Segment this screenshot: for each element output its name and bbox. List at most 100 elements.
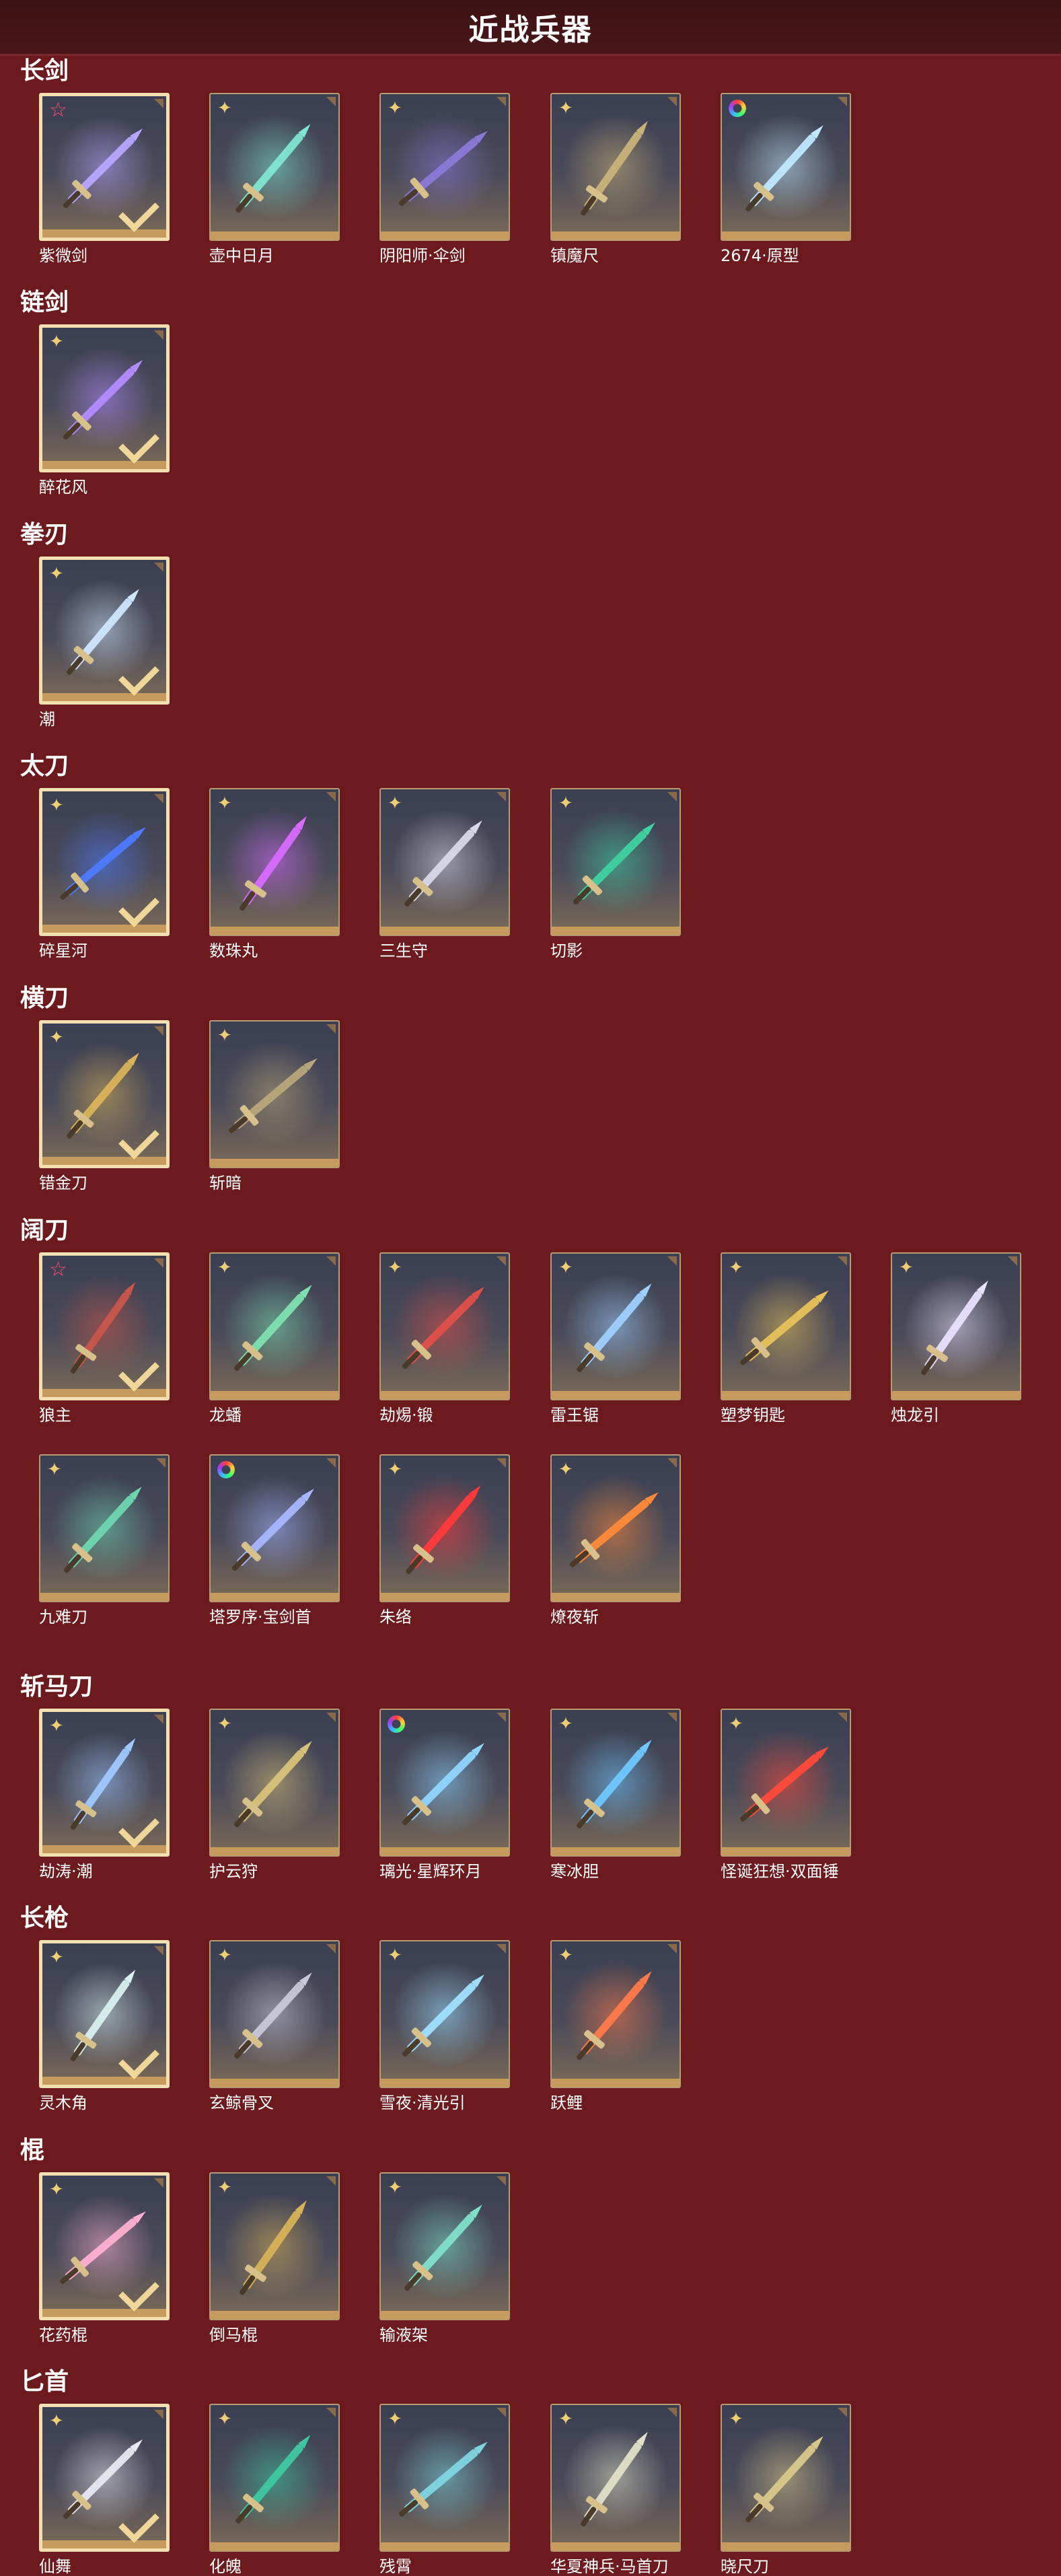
weapon-card[interactable]: ✦ 潮	[39, 557, 170, 729]
rarity-bar	[42, 461, 166, 469]
weapon-name: 劫焬·锻	[379, 1406, 433, 1425]
section-title: 阔刀	[20, 1217, 69, 1244]
weapon-thumbnail[interactable]	[209, 1454, 340, 1602]
section-title: 拳刃	[20, 521, 69, 548]
rainbow-ring-icon	[217, 1461, 235, 1478]
weapon-card[interactable]: ✦ 倒马棍	[209, 2172, 340, 2345]
weapon-card[interactable]: ✦ 碎星河	[39, 788, 170, 960]
weapon-card[interactable]: ✦ 怪诞狂想·双面锤	[721, 1709, 851, 1881]
weapon-card[interactable]: ✦ 阴阳师·伞剑	[379, 93, 510, 265]
weapon-thumbnail[interactable]: ✦	[209, 93, 340, 241]
weapon-thumbnail[interactable]	[721, 93, 851, 241]
weapon-thumbnail[interactable]: ✦	[550, 1940, 681, 2088]
weapon-thumbnail[interactable]	[379, 1709, 510, 1857]
weapon-card[interactable]: ✦ 龙蟠	[209, 1252, 340, 1425]
weapon-thumbnail[interactable]: ✦	[209, 1020, 340, 1168]
weapon-card[interactable]: ✦ 寒冰胆	[550, 1709, 681, 1881]
weapon-thumbnail[interactable]: ☆	[39, 1252, 170, 1400]
weapon-card[interactable]: ✦ 输液架	[379, 2172, 510, 2345]
weapon-thumbnail[interactable]: ✦	[379, 1454, 510, 1602]
weapon-thumbnail[interactable]: ✦	[39, 2172, 170, 2320]
weapon-thumbnail[interactable]: ✦	[550, 1454, 681, 1602]
section-title: 横刀	[20, 985, 69, 1012]
weapon-card[interactable]: 璃光·星辉环月	[379, 1709, 510, 1881]
section-title: 链剑	[20, 289, 69, 316]
weapon-card[interactable]: ✦ 雪夜·清光引	[379, 1940, 510, 2112]
weapon-card[interactable]: ✦ 雷王锯	[550, 1252, 681, 1425]
weapon-card[interactable]: ✦ 塑梦钥匙	[721, 1252, 851, 1425]
weapon-card[interactable]: ✦ 九难刀	[39, 1454, 170, 1626]
rarity-bar	[211, 2311, 338, 2319]
weapon-card[interactable]: ☆ 紫微剑	[39, 93, 170, 265]
weapon-thumbnail[interactable]: ✦	[550, 788, 681, 936]
weapon-thumbnail[interactable]: ✦	[379, 2172, 510, 2320]
weapon-thumbnail[interactable]: ✦	[209, 1709, 340, 1857]
weapon-thumbnail[interactable]: ✦	[209, 2172, 340, 2320]
weapon-thumbnail[interactable]: ☆	[39, 93, 170, 241]
weapon-thumbnail[interactable]: ✦	[209, 1252, 340, 1400]
weapon-card[interactable]: ✦ 玄鲸骨叉	[209, 1940, 340, 2112]
weapon-card[interactable]: ✦ 烛龙引	[891, 1252, 1021, 1425]
weapon-thumbnail[interactable]: ✦	[550, 1709, 681, 1857]
weapon-card[interactable]: ✦ 燎夜斩	[550, 1454, 681, 1626]
weapon-thumbnail[interactable]: ✦	[39, 2404, 170, 2552]
weapon-thumbnail[interactable]: ✦	[379, 93, 510, 241]
weapon-card[interactable]: 塔罗序·宝剑首	[209, 1454, 340, 1626]
rarity-bar	[552, 1593, 680, 1601]
weapon-thumbnail[interactable]: ✦	[721, 1252, 851, 1400]
weapon-name: 花药棍	[39, 2326, 87, 2345]
weapon-name: 输液架	[379, 2326, 428, 2345]
weapon-card[interactable]: ✦ 化魄	[209, 2404, 340, 2576]
rarity-bar	[42, 2309, 166, 2317]
weapon-thumbnail[interactable]: ✦	[379, 788, 510, 936]
gold-flower-icon: ✦	[558, 98, 573, 118]
weapon-thumbnail[interactable]: ✦	[550, 93, 681, 241]
weapon-thumbnail[interactable]: ✦	[39, 788, 170, 936]
weapon-card[interactable]: ✦ 华夏神兵·马首刀	[550, 2404, 681, 2576]
weapon-card[interactable]: ✦ 错金刀	[39, 1020, 170, 1192]
weapon-card[interactable]: ✦ 跃鲤	[550, 1940, 681, 2112]
weapon-card[interactable]: ✦ 晓尺刀	[721, 2404, 851, 2576]
weapon-thumbnail[interactable]: ✦	[550, 2404, 681, 2552]
weapon-thumbnail[interactable]: ✦	[209, 788, 340, 936]
weapon-thumbnail[interactable]: ✦	[39, 1454, 170, 1602]
weapon-card[interactable]: 2674·原型	[721, 93, 851, 265]
weapon-thumbnail[interactable]: ✦	[39, 557, 170, 705]
weapon-card[interactable]: ☆ 狼主	[39, 1252, 170, 1425]
weapon-card[interactable]: ✦ 数珠丸	[209, 788, 340, 960]
weapon-thumbnail[interactable]: ✦	[721, 1709, 851, 1857]
weapon-thumbnail[interactable]: ✦	[550, 1252, 681, 1400]
weapon-card[interactable]: ✦ 三生守	[379, 788, 510, 960]
weapon-card[interactable]: ✦ 灵木角	[39, 1940, 170, 2112]
weapon-thumbnail[interactable]: ✦	[379, 2404, 510, 2552]
weapon-thumbnail[interactable]: ✦	[209, 1940, 340, 2088]
weapon-card[interactable]: ✦ 醉花风	[39, 324, 170, 497]
weapon-card[interactable]: ✦ 仙舞	[39, 2404, 170, 2576]
weapon-card[interactable]: ✦ 残霄	[379, 2404, 510, 2576]
weapon-card[interactable]: ✦ 镇魔尺	[550, 93, 681, 265]
weapon-thumbnail[interactable]: ✦	[39, 324, 170, 472]
weapon-card[interactable]: ✦ 斩暗	[209, 1020, 340, 1192]
gold-flower-icon: ✦	[47, 1460, 62, 1480]
weapon-card[interactable]: ✦ 劫涛·潮	[39, 1709, 170, 1881]
weapon-card[interactable]: ✦ 劫焬·锻	[379, 1252, 510, 1425]
weapon-thumbnail[interactable]: ✦	[39, 1940, 170, 2088]
weapon-card[interactable]: ✦ 切影	[550, 788, 681, 960]
section-title: 长枪	[20, 1904, 69, 1932]
weapon-card[interactable]: ✦ 朱络	[379, 1454, 510, 1626]
rarity-bar	[722, 231, 850, 240]
weapon-card[interactable]: ✦ 护云狩	[209, 1709, 340, 1881]
weapon-thumbnail[interactable]: ✦	[379, 1252, 510, 1400]
weapon-card[interactable]: ✦ 花药棍	[39, 2172, 170, 2345]
weapon-thumbnail[interactable]: ✦	[39, 1020, 170, 1168]
weapon-thumbnail[interactable]: ✦	[379, 1940, 510, 2088]
weapon-card[interactable]: ✦ 壶中日月	[209, 93, 340, 265]
weapon-thumbnail[interactable]: ✦	[721, 2404, 851, 2552]
weapon-thumbnail[interactable]: ✦	[891, 1252, 1021, 1400]
rarity-bar	[42, 1157, 166, 1165]
weapon-name: 龙蟠	[209, 1406, 242, 1425]
gold-flower-icon: ✦	[49, 332, 64, 352]
weapon-thumbnail[interactable]: ✦	[209, 2404, 340, 2552]
weapon-name: 璃光·星辉环月	[379, 1862, 482, 1881]
weapon-thumbnail[interactable]: ✦	[39, 1709, 170, 1857]
